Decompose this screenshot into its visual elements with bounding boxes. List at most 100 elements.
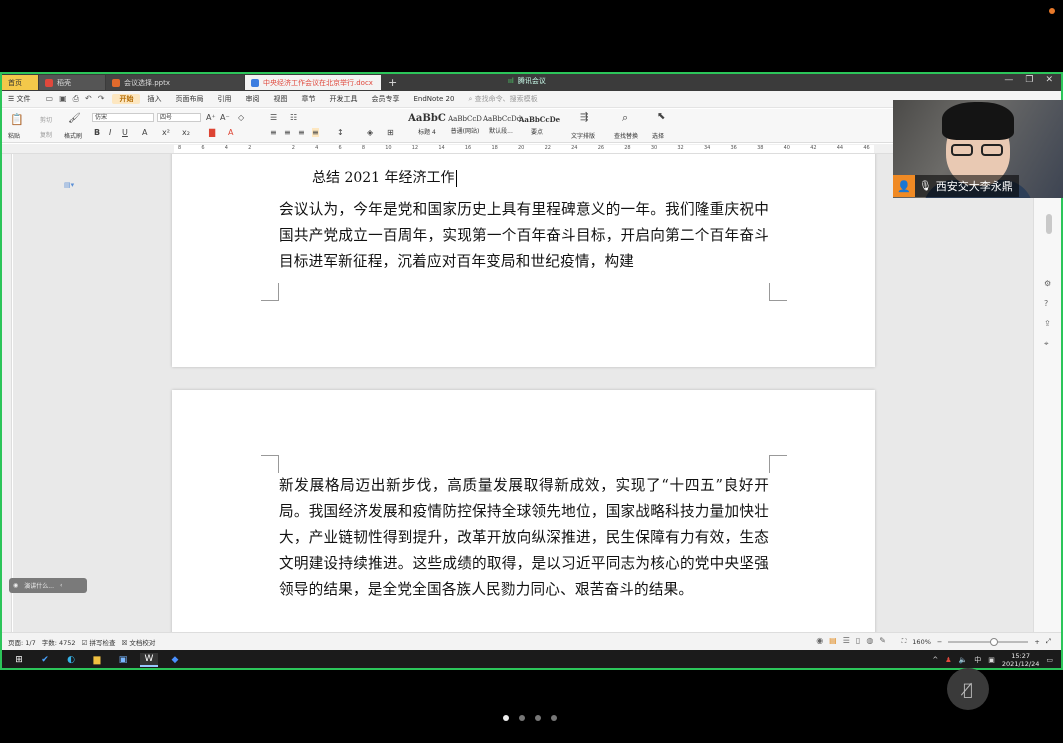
menu-insert[interactable]: 插入 [140, 94, 168, 104]
reading-view-icon[interactable]: ▯ [856, 636, 860, 645]
text-layout-icon[interactable]: ⇶ [580, 112, 588, 123]
style-heading4[interactable]: AaBbC 标题 4 [408, 112, 446, 138]
font-select[interactable]: 仿宋 [92, 113, 154, 122]
eye-icon[interactable]: ◉ [816, 636, 823, 645]
ruler-scale[interactable]: 8 6 4 2 2 4 6 8 10 12 14 16 18 20 22 24 26 28 30 32 34 36 38 40… [174, 145, 874, 153]
line-spacing-icon[interactable]: ↕ [337, 128, 344, 137]
zoom-out-icon[interactable]: − [937, 638, 942, 646]
font-size-select[interactable]: 四号 [157, 113, 201, 122]
start-menu-icon[interactable]: ⊞ [10, 653, 28, 667]
maximize-icon[interactable]: ❐ [1025, 75, 1033, 85]
tab-ppt[interactable]: 会议选择.pptx [106, 75, 244, 90]
underline-icon[interactable]: U [122, 128, 128, 137]
style-key-point[interactable]: AaBbCcDe 要点 [519, 112, 560, 138]
menu-start[interactable]: 开始 [112, 94, 141, 104]
clock[interactable]: 15:27 2021/12/24 [1002, 652, 1039, 668]
page-dot-active[interactable] [503, 715, 509, 721]
zoom-slider-knob[interactable] [990, 637, 999, 646]
select-button[interactable]: 选择 [652, 131, 664, 140]
find-icon[interactable]: ⌕ [622, 111, 628, 125]
zoom-in-icon[interactable]: + [1034, 638, 1039, 646]
page-dot[interactable] [551, 715, 557, 721]
number-list-icon[interactable]: ☷ [290, 113, 297, 122]
redo-icon[interactable]: ↷ [98, 94, 105, 104]
highlight-icon[interactable]: ▇ [209, 128, 215, 137]
justify-icon[interactable]: ≡ [312, 128, 319, 137]
volume-icon[interactable]: 🔈 [959, 656, 968, 664]
paste-icon[interactable]: 📋 [10, 113, 24, 126]
chevron-up-icon[interactable]: ^ [932, 656, 938, 664]
menu-review[interactable]: 审阅 [238, 94, 266, 104]
align-right-icon[interactable]: ≡ [298, 128, 305, 137]
collapse-icon[interactable]: ‹ [60, 582, 62, 589]
person-icon[interactable]: ♟ [945, 656, 951, 664]
new-tab-button[interactable]: + [388, 76, 397, 89]
page-2[interactable]: 新发展格局迈出新步伐，高质量发展取得新成效，实现了“十四五”良好开局。我国经济发… [172, 390, 875, 632]
select-cursor-icon[interactable]: ⬉ [657, 111, 665, 122]
strikethrough-icon[interactable]: A [142, 128, 147, 137]
grow-font-icon[interactable]: A⁺ [206, 113, 216, 122]
location-icon[interactable]: ⌖ [1044, 339, 1049, 349]
zoom-level[interactable]: 160% [912, 638, 931, 646]
menu-references[interactable]: 引用 [210, 94, 238, 104]
notification-icon[interactable]: ▭ [1046, 656, 1053, 664]
ime-indicator[interactable]: 中 [974, 655, 981, 665]
menu-layout[interactable]: 页面布局 [168, 94, 210, 104]
italic-icon[interactable]: I [109, 128, 111, 137]
paste-button[interactable]: 粘贴 [8, 131, 20, 140]
bullet-list-icon[interactable]: ☰ [270, 113, 277, 122]
settings-sliders-icon[interactable]: ⚙ [1044, 279, 1051, 288]
align-center-icon[interactable]: ≡ [284, 128, 291, 137]
store-icon[interactable]: ▣ [114, 653, 132, 667]
save-icon[interactable]: ▣ [59, 94, 67, 104]
shrink-font-icon[interactable]: A⁻ [220, 113, 230, 122]
web-view-icon[interactable]: ◍ [866, 636, 873, 645]
page-dot[interactable] [535, 715, 541, 721]
menu-file[interactable]: ☰ 文件 [2, 94, 38, 104]
menu-view[interactable]: 视图 [266, 94, 294, 104]
help-icon[interactable]: ? [1044, 299, 1048, 308]
style-default-para[interactable]: AaBbCcDd 默认段... [483, 112, 521, 138]
page-1[interactable]: 总结 2021 年经济工作 会议认为，今年是党和国家历史上具有里程碑意义的一年。… [172, 154, 875, 367]
outline-view-icon[interactable]: ☰ [843, 636, 850, 645]
shading-icon[interactable]: ◈ [367, 128, 373, 137]
document-canvas[interactable]: 总结 2021 年经济工作 会议认为，今年是党和国家历史上具有里程碑意义的一年。… [13, 154, 1033, 632]
clear-format-icon[interactable]: ◇ [238, 113, 244, 122]
word-count[interactable]: 字数: 4752 [42, 637, 76, 647]
undo-icon[interactable]: ↶ [85, 94, 92, 104]
format-painter-icon[interactable]: 🖌 [68, 113, 81, 124]
superscript-icon[interactable]: x² [162, 128, 170, 137]
zoom-slider[interactable] [948, 637, 1029, 646]
tencent-meeting-icon[interactable]: ◆ [166, 653, 184, 667]
doc-outline-icon[interactable]: ▤▾ [64, 181, 74, 189]
copy-button[interactable]: 复制 [40, 130, 52, 139]
pen-icon[interactable]: ✎ [879, 636, 886, 645]
network-icon[interactable]: ▣ [988, 656, 995, 664]
tab-active-doc[interactable]: 中央经济工作会议在北京举行.docx [245, 75, 381, 90]
edge-browser-icon[interactable]: ◐ [62, 653, 80, 667]
style-normal-web[interactable]: AaBbCcD 普通(网站) [447, 112, 483, 138]
wps-writer-icon[interactable]: W [140, 653, 158, 667]
floating-assistant-bar[interactable]: ◉ 演讲什么... ‹ [9, 578, 87, 593]
format-painter-button[interactable]: 格式刷 [64, 131, 82, 140]
subscript-icon[interactable]: x₂ [182, 128, 190, 137]
meeting-indicator[interactable]: ııl 腾讯会议 [508, 76, 546, 86]
text-layout-button[interactable]: 文字排版 [571, 131, 595, 140]
participant-video-tile[interactable]: 👤 🎙 西安交大李永鼎 [893, 100, 1063, 198]
check-app-icon[interactable]: ✔ [36, 653, 54, 667]
document-heading[interactable]: 总结 2021 年经济工作 [312, 167, 457, 187]
close-icon[interactable]: ✕ [1045, 75, 1053, 85]
paragraph-1[interactable]: 会议认为，今年是党和国家历史上具有里程碑意义的一年。我们隆重庆祝中国共产党成立一… [279, 197, 769, 275]
menu-endnote[interactable]: EndNote 20 [406, 95, 461, 103]
command-search[interactable]: ⌕ 查找命令、搜索模板 [461, 94, 544, 104]
menu-section[interactable]: 章节 [294, 94, 322, 104]
vertical-scrollbar[interactable] [1046, 214, 1052, 234]
cut-button[interactable]: 剪切 [40, 115, 52, 124]
align-left-icon[interactable]: ≡ [270, 128, 277, 137]
fit-icon[interactable]: ⛶ [902, 637, 907, 646]
print-icon[interactable]: ⎙ [73, 94, 79, 104]
border-icon[interactable]: ⊞ [387, 128, 394, 137]
page-dot[interactable] [519, 715, 525, 721]
file-explorer-icon[interactable]: ▆ [88, 653, 106, 667]
find-replace-button[interactable]: 查找替换 [614, 131, 638, 140]
